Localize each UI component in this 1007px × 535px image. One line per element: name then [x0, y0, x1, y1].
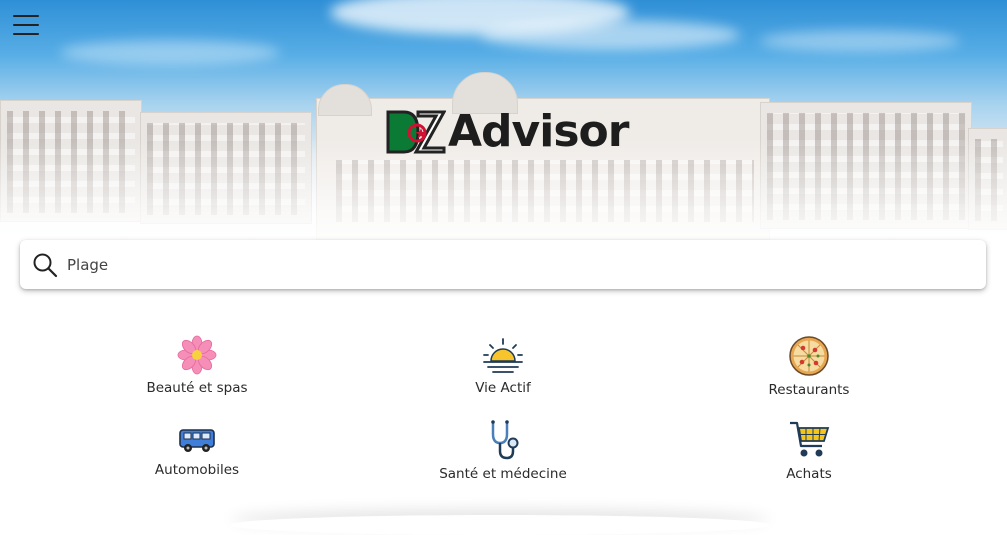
pizza-icon	[789, 336, 829, 376]
bottom-card-edge	[230, 515, 770, 535]
category-sante-et-medecine[interactable]: Santé et médecine	[403, 419, 603, 482]
category-label: Santé et médecine	[439, 466, 567, 482]
category-label: Achats	[786, 466, 832, 482]
search-icon[interactable]	[32, 252, 58, 278]
category-automobiles[interactable]: Automobiles	[97, 421, 297, 478]
category-beaute-et-spas[interactable]: Beauté et spas	[97, 335, 297, 396]
car-icon	[179, 429, 215, 452]
category-label: Vie Actif	[475, 380, 531, 396]
category-label: Automobiles	[154, 462, 240, 478]
logo-text: Advisor	[448, 106, 629, 157]
algeria-flag-logo-mark	[386, 110, 446, 154]
category-restaurants[interactable]: Restaurants	[709, 335, 909, 398]
category-label: Beauté et spas	[146, 380, 248, 396]
hamburger-icon[interactable]	[13, 15, 39, 37]
site-logo[interactable]: Advisor	[386, 106, 629, 158]
category-vie-actif[interactable]: Vie Actif	[403, 335, 603, 396]
search-bar[interactable]	[20, 240, 986, 289]
shopping-cart-icon	[790, 421, 830, 457]
category-label: Restaurants	[768, 382, 850, 398]
sunrise-icon	[483, 338, 523, 373]
flower-icon	[177, 335, 217, 375]
search-input[interactable]	[67, 249, 986, 280]
category-achats[interactable]: Achats	[709, 419, 909, 482]
stethoscope-icon	[491, 420, 519, 460]
